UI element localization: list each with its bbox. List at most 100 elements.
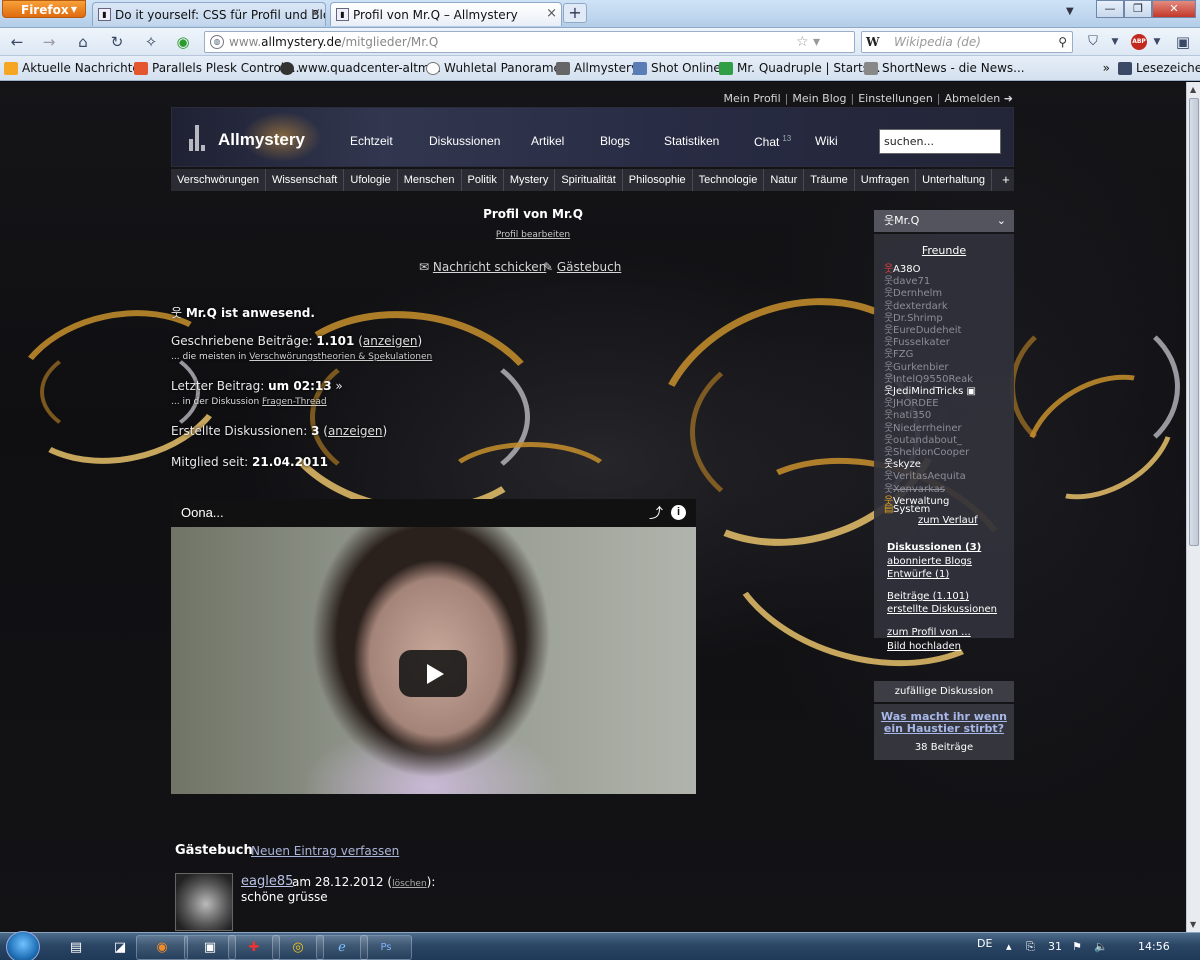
info-icon[interactable]: i [671, 505, 686, 520]
scroll-down-icon[interactable]: ▼ [1190, 920, 1196, 929]
category-politik[interactable]: Politik [462, 169, 504, 191]
tab-list-chevron-icon[interactable]: ▼ [1066, 6, 1074, 17]
category-mystery[interactable]: Mystery [504, 169, 556, 191]
my-blog-link[interactable]: Mein Blog [792, 92, 846, 105]
scrollbar-thumb[interactable] [1189, 98, 1199, 546]
video-title[interactable]: Oona... [181, 505, 224, 520]
nav-artikel[interactable]: Artikel [531, 134, 564, 148]
tray-calendar-icon[interactable]: 31 [1048, 940, 1062, 953]
friends-title-link[interactable]: Freunde [874, 244, 1014, 257]
url-bar[interactable]: ◍ www.allmystery.de/mitglieder/Mr.Q ☆ ▾ [204, 31, 855, 53]
nav-echtzeit[interactable]: Echtzeit [350, 134, 393, 148]
tray-app-icon[interactable]: ⎘ [1026, 940, 1035, 954]
close-tab-icon[interactable]: × [310, 6, 321, 21]
sidebar-link-diskussionen[interactable]: Diskussionen (3) [887, 542, 981, 553]
home-icon[interactable]: ⌂ [72, 31, 94, 53]
category-verschwoerungen[interactable]: Verschwörungen [171, 169, 266, 191]
category-menschen[interactable]: Menschen [398, 169, 462, 191]
threads-show-link[interactable]: anzeigen [328, 424, 383, 438]
category-technologie[interactable]: Technologie [693, 169, 765, 191]
settings-link[interactable]: Einstellungen [858, 92, 933, 105]
language-indicator[interactable]: DE [977, 937, 992, 950]
tray-arrow-icon[interactable]: ▴ [1006, 940, 1012, 953]
minimize-button[interactable]: — [1096, 0, 1124, 18]
chevron-down-icon[interactable]: ▼ [1146, 31, 1168, 53]
back-arrow-icon[interactable]: ← [6, 31, 28, 53]
wikipedia-icon[interactable]: W [866, 32, 879, 52]
tab-profile-mrq[interactable]: ▮ Profil von Mr.Q – Allmystery × [330, 2, 562, 26]
embedded-video[interactable]: Oona... ⤴ i [171, 499, 696, 794]
bookmark-item[interactable]: Wuhletal Panoramen [426, 61, 569, 75]
close-tab-icon[interactable]: × [546, 6, 557, 21]
adblock-icon[interactable]: ABP [1131, 34, 1147, 50]
category-natur[interactable]: Natur [764, 169, 805, 191]
scroll-up-icon[interactable]: ▲ [1190, 85, 1196, 94]
logout-link[interactable]: Abmelden ➜ [945, 92, 1013, 105]
posts-show-link[interactable]: anzeigen [363, 334, 418, 348]
category-spiritualitaet[interactable]: Spiritualität [555, 169, 623, 191]
firefox-taskbar-icon[interactable]: ◉ [136, 935, 188, 960]
action-center-flag-icon[interactable]: ⚑ [1072, 940, 1082, 953]
category-philosophie[interactable]: Philosophie [623, 169, 693, 191]
forward-arrow-icon[interactable]: → [38, 31, 60, 53]
sidebar-link-bild-hochladen[interactable]: Bild hochladen [887, 641, 961, 652]
firefox-menu-button[interactable]: Firefox ▼ [2, 0, 86, 18]
new-tab-button[interactable]: + [563, 3, 587, 23]
sidebar-link-beitraege[interactable]: Beiträge (1.101) [887, 591, 969, 602]
search-icon[interactable]: ⚲ [1058, 32, 1067, 52]
category-wissenschaft[interactable]: Wissenschaft [266, 169, 345, 191]
sidebar-link-erstellte-diskussionen[interactable]: erstellte Diskussionen [887, 604, 997, 615]
bookmark-item[interactable]: Aktuelle Nachrichten [4, 61, 147, 75]
play-icon[interactable] [399, 650, 467, 697]
vertical-scrollbar[interactable]: ▲ ▼ [1186, 82, 1200, 932]
addon-icon[interactable]: ✧ [140, 31, 162, 53]
share-icon[interactable]: ⤴ [649, 499, 663, 527]
sidebar-link-entwuerfe[interactable]: Entwürfe (1) [887, 569, 949, 580]
chevron-down-icon[interactable]: ⌄ [997, 210, 1006, 232]
sidebar-user-header[interactable]: 웃Mr.Q ⌄ [874, 210, 1014, 232]
category-traeume[interactable]: Träume [804, 169, 855, 191]
bookmark-item[interactable]: Mr. Quadruple | Starts... [719, 61, 880, 75]
random-discussion-link[interactable]: Was macht ihr wenn ein Haustier stirbt? [874, 711, 1014, 735]
delete-entry-link[interactable]: löschen [392, 879, 427, 889]
bookmark-item[interactable]: www.quadcenter-altm... [280, 61, 441, 75]
posts-category-link[interactable]: Verschwörungstheorien & Spekulationen [249, 352, 432, 362]
send-message-link[interactable]: ✉ Nachricht schicken [419, 260, 546, 274]
clock[interactable]: 14:56 [1138, 940, 1170, 953]
avatar[interactable] [175, 873, 233, 931]
bookmark-item[interactable]: Allmystery [556, 61, 638, 75]
close-window-button[interactable]: ✕ [1152, 0, 1196, 18]
sidebar-link-abonnierte-blogs[interactable]: abonnierte Blogs [887, 556, 972, 567]
nav-blogs[interactable]: Blogs [600, 134, 630, 148]
nav-wiki[interactable]: Wiki [815, 134, 838, 148]
reload-icon[interactable]: ↻ [106, 31, 128, 53]
category-umfragen[interactable]: Umfragen [855, 169, 917, 191]
addon-green-icon[interactable]: ◉ [172, 31, 194, 53]
nav-diskussionen[interactable]: Diskussionen [429, 134, 500, 148]
category-unterhaltung[interactable]: Unterhaltung [916, 169, 993, 191]
volume-icon[interactable]: 🔈 [1094, 940, 1108, 953]
last-post-thread-link[interactable]: Fragen-Thread [262, 397, 327, 407]
restore-button[interactable]: ❐ [1124, 0, 1152, 18]
friend-item[interactable]: ▤System [884, 504, 930, 515]
bookmark-item[interactable]: ShortNews - die News... [864, 61, 1025, 75]
my-profile-link[interactable]: Mein Profil [723, 92, 780, 105]
sidebar-link-zum-profil[interactable]: zum Profil von ... [887, 627, 971, 638]
bookmarks-menu-icon[interactable]: ▣ [1172, 31, 1194, 53]
chevron-down-icon[interactable]: ▼ [1104, 31, 1126, 53]
bookmark-item[interactable]: Shot Online [633, 61, 721, 75]
guestbook-link[interactable]: ✎ Gästebuch [543, 260, 621, 274]
pocket-icon[interactable]: ⛉ [1082, 31, 1104, 53]
reading-list-button[interactable]: Lesezeichen [1118, 61, 1200, 75]
allmystery-logo-icon[interactable] [189, 125, 205, 151]
category-ufologie[interactable]: Ufologie [344, 169, 398, 191]
start-button[interactable] [6, 931, 40, 960]
bookmarks-overflow-chevron-icon[interactable]: » [1103, 61, 1110, 75]
history-link[interactable]: zum Verlauf [918, 515, 978, 526]
search-bar[interactable]: W Wikipedia (de) ⚲ [861, 31, 1073, 53]
bookmark-item[interactable]: Parallels Plesk Control ... [134, 61, 299, 75]
nav-statistiken[interactable]: Statistiken [664, 134, 719, 148]
category-more-button[interactable]: + [992, 169, 1020, 191]
new-guestbook-entry-link[interactable]: Neuen Eintrag verfassen [251, 844, 399, 858]
guestbook-author-link[interactable]: eagle85 [241, 874, 293, 889]
